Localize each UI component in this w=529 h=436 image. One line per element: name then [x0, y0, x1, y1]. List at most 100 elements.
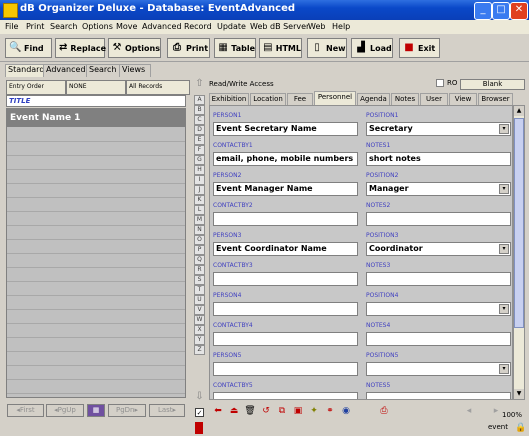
chevron-down-icon[interactable]: ▾	[499, 124, 509, 134]
print-button[interactable]: ⎙ Print	[167, 38, 210, 58]
position2-select[interactable]: Manager ▾	[366, 182, 511, 196]
lightbulb-icon[interactable]: ✦	[308, 405, 320, 417]
all-records-button[interactable]: All Records	[126, 80, 190, 95]
menu-advanced[interactable]: Advanced	[142, 22, 182, 31]
position1-select[interactable]: Secretary ▾	[366, 122, 511, 136]
letter-n[interactable]: N	[194, 225, 205, 235]
minimize-button[interactable]: _	[474, 2, 492, 20]
find-button[interactable]: 🔍 Find	[5, 38, 52, 58]
table-button[interactable]: ▦ Table	[214, 38, 256, 58]
tab-advanced[interactable]: Advanced	[43, 64, 89, 77]
chevron-down-icon[interactable]: ▾	[499, 184, 509, 194]
record-grid-icon[interactable]: ▦	[87, 404, 105, 417]
scroll-thumb[interactable]	[514, 118, 524, 328]
letter-x[interactable]: X	[194, 325, 205, 335]
entry-order-button[interactable]: Entry Order	[6, 80, 66, 95]
letter-w[interactable]: W	[194, 315, 205, 325]
tab-notes[interactable]: Notes	[391, 93, 419, 105]
contactby5-field[interactable]	[213, 392, 358, 399]
tab-standard[interactable]: Standard	[5, 64, 47, 77]
first-button[interactable]: ◂First	[7, 404, 44, 417]
menu-file[interactable]: File	[5, 22, 18, 31]
check-icon[interactable]: ✓	[195, 408, 204, 417]
letter-i[interactable]: I	[194, 175, 205, 185]
letter-j[interactable]: J	[194, 185, 205, 195]
replace-button[interactable]: ⇄ Replace	[55, 38, 106, 58]
tab-browser[interactable]: Browser	[478, 93, 513, 105]
list-item[interactable]: Event Name 1	[7, 109, 185, 127]
menu-update[interactable]: Update	[217, 22, 246, 31]
letter-c[interactable]: C	[194, 115, 205, 125]
letter-r[interactable]: R	[194, 265, 205, 275]
paste-record-icon[interactable]: ▣	[292, 405, 304, 417]
scroll-up-arrow-icon[interactable]: ▲	[514, 106, 524, 116]
menu-record[interactable]: Record	[184, 22, 212, 31]
tab-exhibition[interactable]: Exhibition	[209, 93, 249, 105]
chevron-down-icon[interactable]: ▾	[499, 364, 509, 374]
letter-d[interactable]: D	[194, 125, 205, 135]
link-icon[interactable]: ⚭	[324, 405, 336, 417]
letter-v[interactable]: V	[194, 305, 205, 315]
notes2-field[interactable]	[366, 212, 511, 226]
person4-field[interactable]	[213, 302, 358, 316]
maximize-button[interactable]: □	[492, 2, 510, 20]
letter-g[interactable]: G	[194, 155, 205, 165]
form-scrollbar[interactable]: ▲ ▼	[513, 105, 525, 400]
letter-l[interactable]: L	[194, 205, 205, 215]
notes5-field[interactable]	[366, 392, 511, 399]
letter-f[interactable]: F	[194, 145, 205, 155]
menu-search[interactable]: Search	[50, 22, 77, 31]
prev-record-icon[interactable]: ◂	[463, 405, 475, 417]
load-button[interactable]: ▟ Load	[351, 38, 393, 58]
tab-fee[interactable]: Fee	[287, 93, 313, 105]
notes4-field[interactable]	[366, 332, 511, 346]
tab-user[interactable]: User	[420, 93, 448, 105]
letter-q[interactable]: Q	[194, 255, 205, 265]
notes3-field[interactable]	[366, 272, 511, 286]
pgdn-button[interactable]: PgDn▸	[108, 404, 146, 417]
contactby4-field[interactable]	[213, 332, 358, 346]
html-button[interactable]: ▤ HTML	[259, 38, 302, 58]
exit-button[interactable]: ■ Exit	[399, 38, 440, 58]
last-button[interactable]: Last▸	[149, 404, 185, 417]
pgup-button[interactable]: ◂PgUp	[46, 404, 84, 417]
person5-field[interactable]	[213, 362, 358, 376]
menu-move[interactable]: Move	[116, 22, 137, 31]
tab-search[interactable]: Search	[86, 64, 122, 77]
letter-y[interactable]: Y	[194, 335, 205, 345]
menu-web[interactable]: Web	[308, 22, 325, 31]
scroll-up-icon[interactable]: ⇧	[194, 79, 205, 94]
sort-none-button[interactable]: NONE	[66, 80, 126, 95]
menu-print[interactable]: Print	[26, 22, 44, 31]
menu-help[interactable]: Help	[332, 22, 350, 31]
tab-view[interactable]: View	[449, 93, 477, 105]
menu-web-db-server[interactable]: Web dB Server	[250, 22, 309, 31]
tab-personnel[interactable]: Personnel	[314, 91, 356, 105]
chevron-down-icon[interactable]: ▾	[499, 244, 509, 254]
contactby1-field[interactable]: email, phone, mobile numbers	[213, 152, 358, 166]
letter-o[interactable]: O	[194, 235, 205, 245]
letter-m[interactable]: M	[194, 215, 205, 225]
options-button[interactable]: ⚒ Options	[108, 38, 161, 58]
notes1-field[interactable]: short notes	[366, 152, 511, 166]
letter-u[interactable]: U	[194, 295, 205, 305]
letter-a[interactable]: A	[194, 95, 205, 105]
letter-z[interactable]: Z	[194, 345, 205, 355]
record-list[interactable]: Event Name 1	[6, 108, 186, 398]
ro-checkbox[interactable]	[436, 79, 444, 87]
tab-location[interactable]: Location	[250, 93, 286, 105]
trash-icon[interactable]: 🗑	[244, 405, 256, 417]
contactby3-field[interactable]	[213, 272, 358, 286]
print-record-icon[interactable]: ⎙	[378, 405, 390, 417]
blank-button[interactable]: Blank	[460, 79, 525, 90]
tab-views[interactable]: Views	[119, 64, 151, 77]
chevron-down-icon[interactable]: ▾	[499, 304, 509, 314]
undo-icon[interactable]: ↺	[260, 405, 272, 417]
tab-agenda[interactable]: Agenda	[357, 93, 390, 105]
letter-e[interactable]: E	[194, 135, 205, 145]
position3-select[interactable]: Coordinator ▾	[366, 242, 511, 256]
letter-h[interactable]: H	[194, 165, 205, 175]
letter-b[interactable]: B	[194, 105, 205, 115]
contactby2-field[interactable]	[213, 212, 358, 226]
letter-p[interactable]: P	[194, 245, 205, 255]
